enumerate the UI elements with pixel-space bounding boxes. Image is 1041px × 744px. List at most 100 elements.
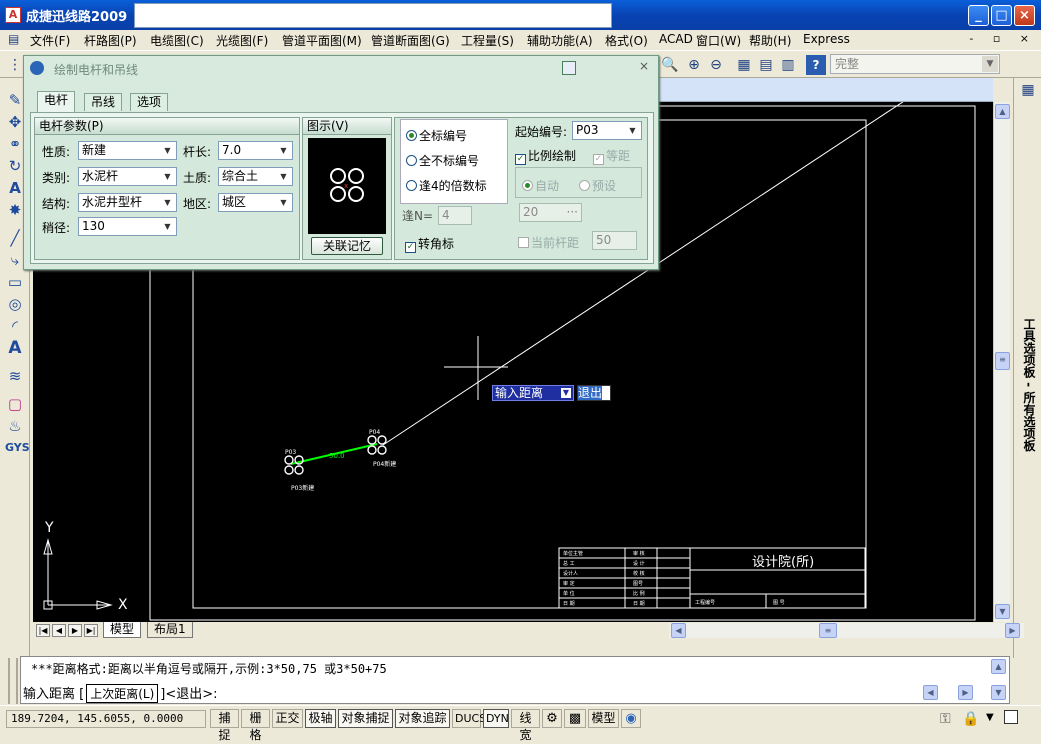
doc-icon[interactable]: ▤ xyxy=(8,32,19,46)
dialog-minimize-icon[interactable] xyxy=(562,61,576,75)
menu-aux[interactable]: 辅助功能(A) xyxy=(527,32,593,49)
tab-model[interactable]: 模型 xyxy=(103,622,142,638)
menu-duct-plan[interactable]: 管道平面图(M) xyxy=(282,32,362,49)
command-grip[interactable] xyxy=(8,658,18,704)
dynamic-input-prompt[interactable]: 输入距离 ▼ xyxy=(492,385,574,401)
model-space-toggle[interactable]: 模型 xyxy=(588,709,619,728)
text-icon[interactable]: A xyxy=(5,338,25,358)
menu-format[interactable]: 格式(O) xyxy=(605,32,648,49)
scale-draw-checkbox[interactable]: ✓ 比例绘制 xyxy=(515,147,576,165)
category-select[interactable]: 水泥杆 ▼ xyxy=(78,167,177,186)
rectangle-icon[interactable]: ▭ xyxy=(5,272,25,292)
menu-pole-route[interactable]: 杆路图(P) xyxy=(84,32,137,49)
layer-combo[interactable]: 完整 ▼ xyxy=(830,54,1000,74)
copy-icon[interactable]: ⚭ xyxy=(5,134,25,154)
scroll-thumb[interactable]: ≡ xyxy=(995,352,1010,370)
current-spacing-checkbox[interactable]: 当前杆距 xyxy=(518,234,579,251)
first-tab-icon[interactable]: |◀ xyxy=(36,624,50,637)
palette-properties-icon[interactable]: ▦ xyxy=(1019,82,1037,100)
last-distance-option[interactable]: 上次距离(L) xyxy=(86,684,159,703)
ortho-toggle[interactable]: 正交 xyxy=(272,709,303,728)
pencil-icon[interactable]: ✎ xyxy=(5,90,25,110)
circle-icon[interactable]: ◎ xyxy=(5,294,25,314)
hatch-icon[interactable]: ♨ xyxy=(5,416,25,436)
equal-spacing-checkbox[interactable]: ✓ 等距 xyxy=(593,147,630,165)
tab-options[interactable]: 选项 xyxy=(130,93,169,111)
title-input-box[interactable] xyxy=(134,3,612,28)
arc-icon[interactable]: ◜ xyxy=(5,316,25,336)
vertical-scrollbar[interactable]: ▲ ≡ ▼ xyxy=(993,102,1010,622)
design-center-icon[interactable]: ▤ xyxy=(756,55,776,75)
scroll-up-icon[interactable]: ▲ xyxy=(995,104,1010,119)
cmd-scroll-up-icon[interactable]: ▲ xyxy=(991,659,1006,674)
tool-palette-strip[interactable]: ▦ 工具选项板 - 所有选项板 xyxy=(1013,78,1041,658)
last-tab-icon[interactable]: ▶| xyxy=(84,624,98,637)
menu-cable[interactable]: 电缆图(C) xyxy=(150,32,204,49)
help-icon[interactable]: ? xyxy=(806,55,826,75)
radio-label-every-n[interactable]: 逢4的倍数标 xyxy=(406,177,487,194)
grid-display-icon[interactable]: ▩ xyxy=(564,709,586,728)
explode-icon[interactable]: ✸ xyxy=(5,200,25,220)
snap-toggle[interactable]: 捕捉 xyxy=(210,709,239,742)
properties-icon[interactable]: ▦ xyxy=(734,55,754,75)
line-icon[interactable]: ╱ xyxy=(5,228,25,248)
zoom-previous-icon[interactable]: ⊖ xyxy=(706,55,726,75)
mdi-window-controls[interactable]: - ▫ × xyxy=(969,32,1037,45)
corner-checkbox[interactable]: ✓ 转角标 xyxy=(405,235,454,253)
soil-select[interactable]: 综合土 ▼ xyxy=(218,167,293,186)
menu-file[interactable]: 文件(F) xyxy=(30,32,70,49)
spacing-input[interactable]: 20 ··· xyxy=(519,203,582,222)
scroll-right-icon[interactable]: ▶ xyxy=(1005,623,1020,638)
communication-icon[interactable]: ⚿ xyxy=(940,711,951,727)
start-number-select[interactable]: P03 ▼ xyxy=(572,121,642,140)
text-edit-icon[interactable]: A xyxy=(5,178,25,198)
grid-toggle[interactable]: 栅格 xyxy=(241,709,270,742)
dialog-title-bar[interactable]: 绘制电杆和吊线 × xyxy=(24,56,658,80)
tip-diameter-select[interactable]: 130 ▼ xyxy=(78,217,177,236)
minimize-button[interactable]: _ xyxy=(968,5,989,26)
command-window[interactable]: ***距离格式:距离以半角逗号或隔开,示例:3*50,75 或3*50+75 输… xyxy=(20,656,1010,704)
link-memory-button[interactable]: 关联记忆 xyxy=(311,237,383,255)
region-select[interactable]: 城区 ▼ xyxy=(218,193,293,212)
menu-window[interactable]: 窗口(W) xyxy=(696,32,741,49)
hscroll-thumb[interactable]: ≡ xyxy=(819,623,837,638)
zoom-window-icon[interactable]: ⊕ xyxy=(684,55,704,75)
radio-auto[interactable]: 自动 xyxy=(522,177,559,194)
pole-length-select[interactable]: 7.0 ▼ xyxy=(218,141,293,160)
cmd-scroll-right-icon[interactable]: ▶ xyxy=(958,685,973,700)
close-button[interactable]: × xyxy=(1014,5,1035,26)
menu-express[interactable]: Express xyxy=(803,32,850,46)
menu-help[interactable]: 帮助(H) xyxy=(749,32,791,49)
globe-icon[interactable]: ◉ xyxy=(621,709,641,728)
scroll-left-icon[interactable]: ◀ xyxy=(671,623,686,638)
cmd-scroll-left-icon[interactable]: ◀ xyxy=(923,685,938,700)
ducs-toggle[interactable]: DUCS xyxy=(452,709,486,728)
layers-icon[interactable]: ≋ xyxy=(5,366,25,386)
rotate-icon[interactable]: ↻ xyxy=(5,156,25,176)
maximize-button[interactable]: □ xyxy=(991,5,1012,26)
radio-label-none[interactable]: 全不标编号 xyxy=(406,152,479,169)
current-spacing-input[interactable]: 50 xyxy=(592,231,637,250)
radio-preset[interactable]: 预设 xyxy=(579,177,616,194)
title-bar[interactable]: A 成捷迅线路2009 _ □ × xyxy=(0,0,1041,30)
command-prompt-line[interactable]: 输入距离 [上次距离(L)]<退出>: xyxy=(23,683,218,703)
otrack-toggle[interactable]: 对象追踪 xyxy=(395,709,450,728)
gis-icon[interactable]: GYS xyxy=(5,438,30,458)
tab-layout1[interactable]: 布局1 xyxy=(147,622,193,638)
calculator-icon[interactable]: ▥ xyxy=(778,55,798,75)
structure-select[interactable]: 水泥井型杆 ▼ xyxy=(78,193,177,212)
menu-optical-cable[interactable]: 光缆图(F) xyxy=(216,32,268,49)
tab-suspension-wire[interactable]: 吊线 xyxy=(84,93,123,111)
lock-icon[interactable]: 🔒 xyxy=(962,711,979,727)
arrow-down-icon[interactable]: ▼ xyxy=(561,388,571,398)
zoom-realtime-icon[interactable]: 🔍 xyxy=(660,55,680,75)
next-tab-icon[interactable]: ▶ xyxy=(68,624,82,637)
cmd-scroll-down-icon[interactable]: ▼ xyxy=(991,685,1006,700)
dyn-toggle[interactable]: DYN xyxy=(483,709,509,728)
clean-screen-icon[interactable] xyxy=(1004,710,1018,724)
block-icon[interactable]: ▢ xyxy=(5,394,25,414)
prev-tab-icon[interactable]: ◀ xyxy=(52,624,66,637)
dynamic-exit-option[interactable]: 退出 xyxy=(577,385,611,401)
menu-acad[interactable]: ACAD xyxy=(659,32,693,46)
osnap-toggle[interactable]: 对象捕捉 xyxy=(338,709,393,728)
